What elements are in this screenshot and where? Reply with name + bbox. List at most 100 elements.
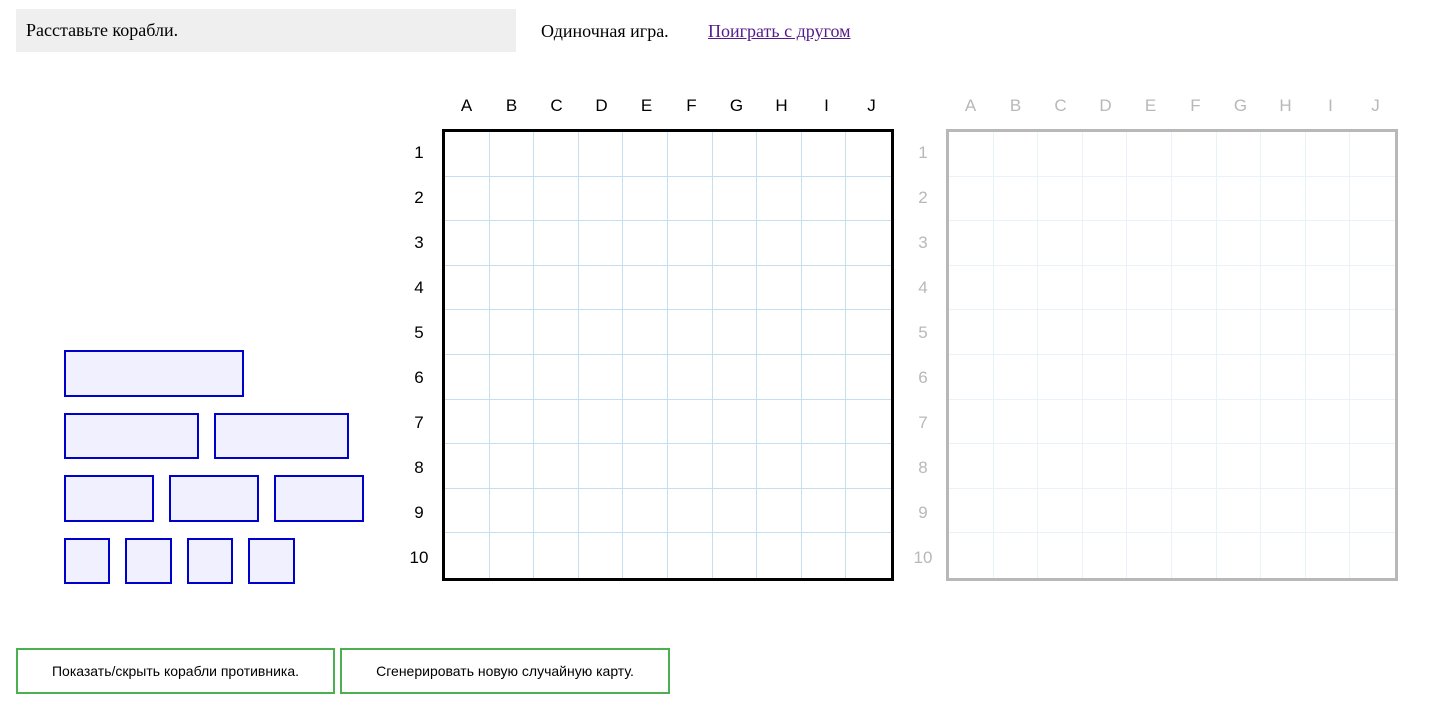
player-cell-D9[interactable] xyxy=(578,488,624,534)
player-cell-A1[interactable] xyxy=(445,132,490,177)
player-cell-B3[interactable] xyxy=(489,221,535,266)
player-cell-A2[interactable] xyxy=(445,176,490,222)
player-cell-J8[interactable] xyxy=(846,444,891,489)
player-cell-B5[interactable] xyxy=(489,310,535,355)
player-cell-A9[interactable] xyxy=(445,488,490,534)
player-cell-I1[interactable] xyxy=(801,132,847,177)
player-cell-E10[interactable] xyxy=(623,533,668,578)
player-cell-B10[interactable] xyxy=(490,533,535,578)
player-cell-J4[interactable] xyxy=(846,266,891,311)
player-cell-I9[interactable] xyxy=(801,488,847,534)
player-cell-H5[interactable] xyxy=(757,310,802,355)
player-cell-G4[interactable] xyxy=(712,265,758,311)
player-cell-E8[interactable] xyxy=(623,444,668,489)
player-cell-J1[interactable] xyxy=(846,132,891,177)
player-cell-E1[interactable] xyxy=(623,132,668,177)
player-cell-H8[interactable] xyxy=(757,444,802,489)
player-cell-I6[interactable] xyxy=(801,354,847,400)
player-cell-H10[interactable] xyxy=(757,533,802,578)
player-cell-H1[interactable] xyxy=(757,132,802,177)
player-cell-J3[interactable] xyxy=(846,221,891,266)
player-cell-C7[interactable] xyxy=(534,399,579,445)
player-cell-E6[interactable] xyxy=(623,354,668,400)
player-cell-F10[interactable] xyxy=(668,533,713,578)
player-cell-G9[interactable] xyxy=(712,488,758,534)
player-cell-F6[interactable] xyxy=(667,354,713,400)
player-cell-J10[interactable] xyxy=(846,533,891,578)
player-cell-H4[interactable] xyxy=(757,265,802,311)
player-cell-E2[interactable] xyxy=(623,176,668,222)
player-cell-D6[interactable] xyxy=(578,354,624,400)
player-cell-F9[interactable] xyxy=(667,488,713,534)
player-cell-G8[interactable] xyxy=(712,444,758,489)
player-cell-F8[interactable] xyxy=(667,444,713,489)
player-cell-A10[interactable] xyxy=(445,533,490,578)
player-cell-H7[interactable] xyxy=(757,399,802,445)
player-cell-J6[interactable] xyxy=(846,355,891,400)
player-cell-F4[interactable] xyxy=(667,265,713,311)
ship-size-2[interactable] xyxy=(274,475,364,522)
ship-size-1[interactable] xyxy=(248,538,295,584)
player-cell-C4[interactable] xyxy=(534,265,579,311)
player-cell-B7[interactable] xyxy=(489,399,535,445)
player-cell-A7[interactable] xyxy=(445,399,490,445)
player-cell-J7[interactable] xyxy=(846,400,891,445)
player-cell-G10[interactable] xyxy=(713,533,758,578)
player-cell-A5[interactable] xyxy=(445,310,490,355)
player-cell-I2[interactable] xyxy=(801,176,847,222)
player-cell-E3[interactable] xyxy=(623,221,668,266)
player-cell-J5[interactable] xyxy=(846,310,891,355)
player-cell-H9[interactable] xyxy=(757,488,802,534)
player-cell-E9[interactable] xyxy=(623,488,668,534)
player-cell-D1[interactable] xyxy=(578,132,624,177)
random-map-button[interactable]: Сгенерировать новую случайную карту. xyxy=(340,648,670,694)
player-cell-B9[interactable] xyxy=(489,488,535,534)
player-cell-H3[interactable] xyxy=(757,221,802,266)
player-cell-G5[interactable] xyxy=(712,310,758,355)
player-cell-A3[interactable] xyxy=(445,221,490,266)
player-cell-A6[interactable] xyxy=(445,354,490,400)
player-cell-H2[interactable] xyxy=(757,176,802,222)
player-cell-F1[interactable] xyxy=(667,132,713,177)
ship-size-2[interactable] xyxy=(64,475,154,522)
player-cell-C3[interactable] xyxy=(534,221,579,266)
player-cell-I10[interactable] xyxy=(802,533,847,578)
ship-size-1[interactable] xyxy=(125,538,172,584)
player-cell-D8[interactable] xyxy=(578,444,624,489)
player-cell-I5[interactable] xyxy=(801,310,847,355)
ship-size-3[interactable] xyxy=(214,413,349,459)
player-cell-C9[interactable] xyxy=(534,488,579,534)
player-cell-I3[interactable] xyxy=(801,221,847,266)
player-cell-G6[interactable] xyxy=(712,354,758,400)
player-cell-F3[interactable] xyxy=(667,221,713,266)
player-cell-F5[interactable] xyxy=(667,310,713,355)
player-cell-D4[interactable] xyxy=(578,265,624,311)
player-cell-C1[interactable] xyxy=(534,132,579,177)
player-cell-E7[interactable] xyxy=(623,399,668,445)
player-cell-G3[interactable] xyxy=(712,221,758,266)
player-cell-C10[interactable] xyxy=(534,533,579,578)
ship-size-1[interactable] xyxy=(187,538,233,584)
ship-size-1[interactable] xyxy=(64,538,110,584)
player-cell-G2[interactable] xyxy=(712,176,758,222)
player-cell-H6[interactable] xyxy=(757,354,802,400)
player-cell-D10[interactable] xyxy=(579,533,624,578)
player-cell-A4[interactable] xyxy=(445,265,490,311)
player-cell-D7[interactable] xyxy=(578,399,624,445)
ship-size-3[interactable] xyxy=(64,413,199,459)
ship-size-2[interactable] xyxy=(169,475,259,522)
player-cell-F7[interactable] xyxy=(667,399,713,445)
player-cell-I4[interactable] xyxy=(801,265,847,311)
player-cell-I8[interactable] xyxy=(801,444,847,489)
player-cell-B1[interactable] xyxy=(489,132,535,177)
player-cell-B4[interactable] xyxy=(489,265,535,311)
player-cell-B8[interactable] xyxy=(489,444,535,489)
player-cell-G7[interactable] xyxy=(712,399,758,445)
player-cell-D5[interactable] xyxy=(578,310,624,355)
player-cell-C8[interactable] xyxy=(534,444,579,489)
player-cell-F2[interactable] xyxy=(667,176,713,222)
player-cell-B2[interactable] xyxy=(489,176,535,222)
player-cell-D3[interactable] xyxy=(578,221,624,266)
player-cell-E4[interactable] xyxy=(623,265,668,311)
player-cell-I7[interactable] xyxy=(801,399,847,445)
